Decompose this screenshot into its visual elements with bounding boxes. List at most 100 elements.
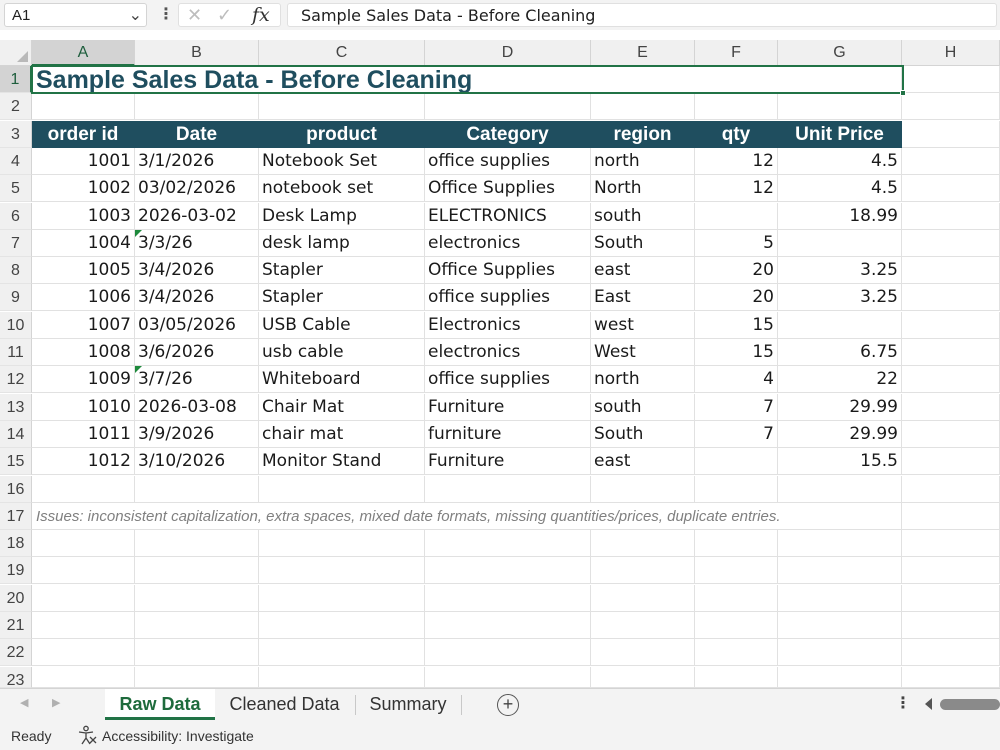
grid-cell[interactable] — [778, 530, 902, 557]
row-header-6[interactable]: 6 — [0, 203, 32, 230]
table-cell[interactable]: 12 — [695, 148, 778, 175]
grid-cell[interactable] — [591, 612, 695, 639]
grid-cell[interactable] — [778, 557, 902, 584]
column-header-e[interactable]: E — [591, 40, 695, 66]
grid-cell[interactable] — [695, 476, 778, 503]
grid-cell[interactable] — [135, 612, 259, 639]
grid-cell[interactable] — [591, 585, 695, 612]
row-header-12[interactable]: 12 — [0, 366, 32, 393]
table-cell[interactable] — [778, 312, 902, 339]
table-cell[interactable]: 3/10/2026 — [135, 448, 259, 475]
table-cell[interactable]: Electronics — [425, 312, 591, 339]
table-cell[interactable]: 1010 — [32, 394, 135, 421]
grid-cell[interactable] — [902, 257, 1000, 284]
table-cell[interactable]: notebook set — [259, 175, 425, 202]
column-label-cell[interactable]: qty — [695, 121, 778, 148]
grid-cell[interactable] — [425, 667, 591, 688]
table-cell[interactable]: 3/1/2026 — [135, 148, 259, 175]
column-header-h[interactable]: H — [902, 40, 1000, 66]
grid-cell[interactable] — [902, 339, 1000, 366]
grid-cell[interactable] — [425, 639, 591, 666]
row-header-13[interactable]: 13 — [0, 394, 32, 421]
table-cell[interactable]: 15 — [695, 339, 778, 366]
grid-cell[interactable] — [591, 557, 695, 584]
grid-cell[interactable] — [425, 93, 591, 120]
scroll-tabs-right-icon[interactable]: ▶ — [52, 696, 60, 709]
table-cell[interactable]: 7 — [695, 421, 778, 448]
grid-cell[interactable] — [902, 503, 1000, 530]
row-header-8[interactable]: 8 — [0, 257, 32, 284]
grid-cell[interactable] — [695, 667, 778, 688]
table-cell[interactable]: electronics — [425, 339, 591, 366]
formula-input[interactable]: Sample Sales Data - Before Cleaning — [287, 3, 997, 27]
table-cell[interactable]: office supplies — [425, 366, 591, 393]
column-header-b[interactable]: B — [135, 40, 259, 66]
grid-cell[interactable] — [902, 530, 1000, 557]
table-cell[interactable]: 3.25 — [778, 257, 902, 284]
row-header-23[interactable]: 23 — [0, 667, 32, 689]
table-cell[interactable]: Stapler — [259, 257, 425, 284]
table-cell[interactable]: 15 — [695, 312, 778, 339]
grid-cell[interactable] — [425, 612, 591, 639]
grid-cell[interactable] — [259, 667, 425, 688]
more-options-icon[interactable]: ⋮ — [158, 4, 174, 24]
table-cell[interactable]: south — [591, 203, 695, 230]
table-cell[interactable]: 3/6/2026 — [135, 339, 259, 366]
table-cell[interactable]: 1007 — [32, 312, 135, 339]
grid-cell[interactable] — [778, 93, 902, 120]
grid-cell[interactable] — [902, 284, 1000, 311]
column-header-c[interactable]: C — [259, 40, 425, 66]
name-box[interactable]: A1 ⌄ — [4, 3, 147, 27]
accessibility-status[interactable]: Accessibility: Investigate — [102, 728, 254, 744]
row-header-9[interactable]: 9 — [0, 284, 32, 311]
column-label-cell[interactable]: region — [591, 121, 695, 148]
grid-cell[interactable] — [902, 230, 1000, 257]
table-cell[interactable]: Notebook Set — [259, 148, 425, 175]
table-cell[interactable]: 1005 — [32, 257, 135, 284]
table-cell[interactable]: Whiteboard — [259, 366, 425, 393]
grid-cell[interactable] — [135, 530, 259, 557]
grid-cell[interactable] — [425, 530, 591, 557]
table-cell[interactable]: 6.75 — [778, 339, 902, 366]
column-label-cell[interactable]: order id — [32, 121, 135, 148]
grid-cell[interactable] — [425, 557, 591, 584]
more-options-icon[interactable]: ⋮ — [895, 693, 911, 713]
row-header-4[interactable]: 4 — [0, 148, 32, 175]
grid-cell[interactable] — [591, 476, 695, 503]
table-cell[interactable]: North — [591, 175, 695, 202]
table-cell[interactable]: 29.99 — [778, 421, 902, 448]
grid-cell[interactable] — [135, 557, 259, 584]
grid-cell[interactable] — [591, 93, 695, 120]
grid-cell[interactable] — [135, 667, 259, 688]
row-header-11[interactable]: 11 — [0, 339, 32, 366]
row-header-18[interactable]: 18 — [0, 530, 32, 557]
table-cell[interactable]: 3/9/2026 — [135, 421, 259, 448]
table-cell[interactable]: Monitor Stand — [259, 448, 425, 475]
grid-cell[interactable] — [902, 557, 1000, 584]
table-cell[interactable]: Stapler — [259, 284, 425, 311]
error-indicator-icon[interactable] — [135, 230, 142, 237]
row-header-22[interactable]: 22 — [0, 639, 32, 666]
table-cell[interactable]: 3/4/2026 — [135, 284, 259, 311]
grid-cell[interactable] — [32, 93, 135, 120]
table-cell[interactable]: 03/02/2026 — [135, 175, 259, 202]
table-cell[interactable]: Desk Lamp — [259, 203, 425, 230]
grid-cell[interactable] — [695, 639, 778, 666]
table-cell[interactable]: South — [591, 421, 695, 448]
row-header-10[interactable]: 10 — [0, 312, 32, 339]
column-header-a[interactable]: A — [32, 40, 135, 66]
cancel-icon[interactable]: ✕ — [187, 5, 202, 26]
table-cell[interactable]: 29.99 — [778, 394, 902, 421]
grid-cell[interactable] — [695, 93, 778, 120]
grid-cell[interactable] — [902, 148, 1000, 175]
grid-cell[interactable] — [902, 175, 1000, 202]
grid-cell[interactable] — [591, 639, 695, 666]
grid-cell[interactable] — [778, 612, 902, 639]
tab-raw-data[interactable]: Raw Data — [105, 689, 215, 720]
grid-cell[interactable] — [32, 667, 135, 688]
table-cell[interactable]: Office Supplies — [425, 257, 591, 284]
grid-cell[interactable] — [902, 121, 1000, 148]
tab-cleaned-data[interactable]: Cleaned Data — [218, 689, 351, 720]
grid-cell[interactable] — [259, 557, 425, 584]
grid-cell[interactable] — [259, 612, 425, 639]
